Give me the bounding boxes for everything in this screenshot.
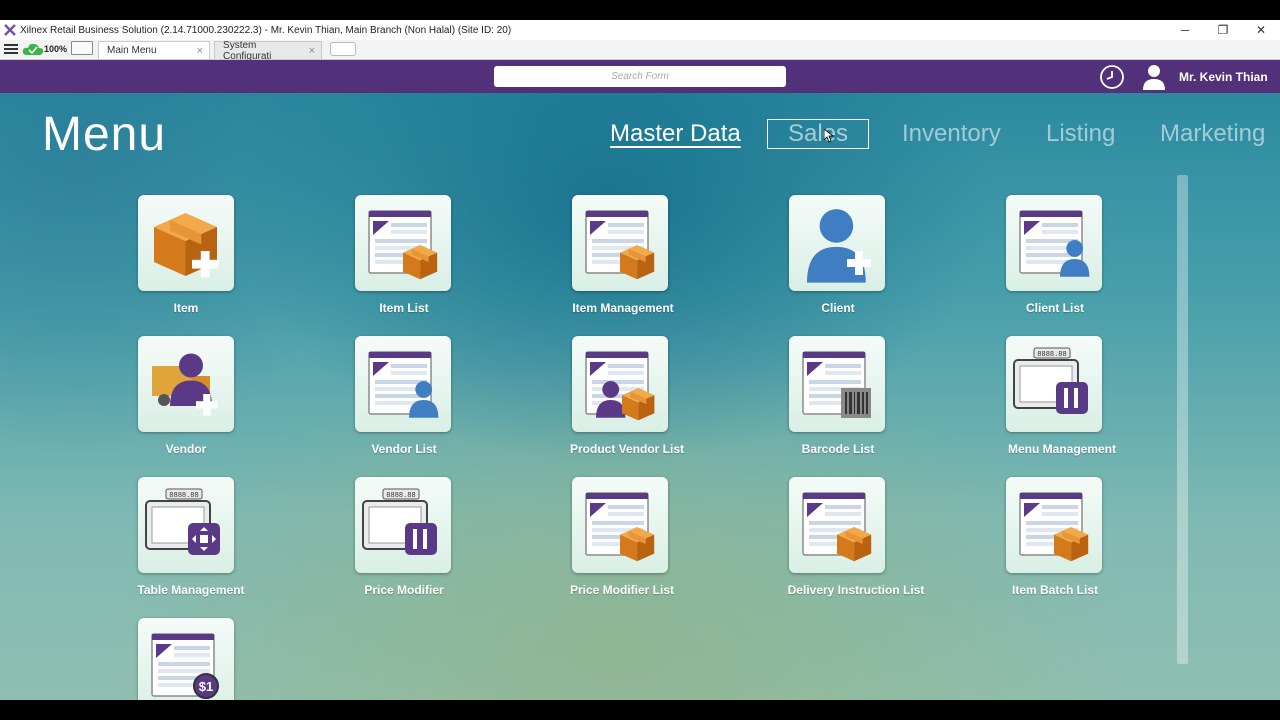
- tab-main-menu[interactable]: Main Menu ×: [98, 41, 211, 59]
- mouse-cursor-icon: [824, 129, 834, 143]
- svg-text:$1: $1: [199, 679, 213, 694]
- menu-tile[interactable]: Item: [106, 195, 266, 315]
- username[interactable]: Mr. Kevin Thian: [1179, 60, 1268, 93]
- menu-tile[interactable]: Barcode List: [758, 336, 918, 456]
- tab-bar: 100% Main Menu × System Configurati ×: [0, 39, 1280, 62]
- menu-tile[interactable]: Menu Management: [982, 336, 1142, 456]
- new-tab-button[interactable]: [330, 42, 357, 56]
- menu-tile-icon-box[interactable]: [789, 195, 885, 291]
- menu-tile[interactable]: Item List: [324, 195, 484, 315]
- list-box-icon: [585, 210, 655, 280]
- category-tab-sales[interactable]: Sales: [767, 119, 870, 149]
- letterbox-top: [0, 0, 1280, 20]
- menu-tile-icon-box[interactable]: [1006, 477, 1102, 573]
- minimize-button[interactable]: ─: [1166, 20, 1204, 40]
- menu-tile-icon-box[interactable]: [572, 195, 668, 291]
- category-tab-marketing[interactable]: Marketing: [1160, 120, 1265, 148]
- pos-table-icon: [145, 488, 221, 556]
- zoom-level: 100%: [44, 44, 68, 54]
- tab-label: System Configurati: [223, 39, 272, 62]
- menu-content: Menu Master Data Sales Inventory Listing…: [0, 93, 1280, 700]
- hamburger-menu-icon[interactable]: [0, 39, 22, 59]
- menu-tile-label: Item List: [379, 301, 429, 315]
- menu-tile[interactable]: $1: [106, 618, 266, 700]
- menu-tile-label: Price Modifier: [364, 583, 444, 597]
- menu-tile-icon-box[interactable]: [138, 336, 234, 432]
- cloud-sync-icon: [22, 39, 44, 59]
- menu-tile[interactable]: Price Modifier: [324, 477, 484, 597]
- list-box-icon: [802, 492, 872, 562]
- menu-tile[interactable]: Vendor List: [324, 336, 484, 456]
- window-title: Xilnex Retail Business Solution (2.14.71…: [20, 24, 512, 36]
- menu-tile-icon-box[interactable]: [1006, 195, 1102, 291]
- menu-tile[interactable]: Client: [758, 195, 918, 315]
- close-window-button[interactable]: ✕: [1242, 20, 1280, 40]
- maximize-button[interactable]: ❐: [1204, 20, 1242, 40]
- menu-tile[interactable]: Price Modifier List: [542, 477, 702, 597]
- menu-tile-label: Table Management: [137, 583, 245, 597]
- menu-tile[interactable]: Item Batch List: [975, 477, 1135, 597]
- menu-tile-icon-box[interactable]: [572, 477, 668, 573]
- menu-tile-icon-box[interactable]: [355, 195, 451, 291]
- list-box-icon: [368, 210, 438, 280]
- menu-tile-label: Barcode List: [801, 442, 875, 456]
- category-tab-listing[interactable]: Listing: [1046, 120, 1115, 148]
- menu-tile[interactable]: Table Management: [111, 477, 271, 597]
- menu-tile-icon-box[interactable]: [1006, 336, 1102, 432]
- menu-tile[interactable]: Item Management: [543, 195, 703, 315]
- list-box-icon: [585, 492, 655, 562]
- menu-tile[interactable]: Vendor: [106, 336, 266, 456]
- tab-close-icon[interactable]: ×: [197, 45, 203, 57]
- list-person-box-icon: [585, 351, 655, 421]
- pos-cutlery-icon: [362, 488, 438, 556]
- pos-cutlery-icon: [1013, 347, 1089, 415]
- clock-icon[interactable]: [1099, 64, 1125, 90]
- box-add-icon: [154, 213, 219, 278]
- search-form-input[interactable]: [494, 66, 786, 87]
- app-header: Mr. Kevin Thian: [0, 60, 1280, 93]
- menu-tile-label: Price Modifier List: [569, 583, 675, 597]
- list-person-icon: [1019, 210, 1090, 277]
- xilnex-logo-icon: [4, 24, 16, 36]
- window-titlebar: Xilnex Retail Business Solution (2.14.71…: [0, 20, 1280, 40]
- page-title: Menu: [42, 108, 167, 161]
- user-avatar-icon[interactable]: [1141, 63, 1167, 91]
- menu-tile-icon-box[interactable]: [572, 336, 668, 432]
- list-price-icon: $1: [151, 633, 219, 699]
- menu-tile[interactable]: Delivery Instruction List: [776, 477, 936, 597]
- menu-tile-label: Delivery Instruction List: [787, 583, 925, 597]
- list-box-icon: [1019, 492, 1089, 562]
- menu-tile-label: Client: [821, 301, 855, 315]
- menu-tile-icon-box[interactable]: [138, 477, 234, 573]
- menu-tile-label: Item Batch List: [1011, 583, 1098, 597]
- letterbox-bottom: [0, 700, 1280, 720]
- menu-tile-label: Item Management: [572, 301, 674, 315]
- menu-tile-label: Item: [173, 301, 199, 315]
- menu-tile-label: Vendor List: [371, 442, 437, 456]
- menu-tile-icon-box[interactable]: [355, 477, 451, 573]
- keyboard-icon[interactable]: [71, 41, 94, 55]
- category-tab-inventory[interactable]: Inventory: [902, 120, 1001, 148]
- tab-label: Main Menu: [107, 45, 157, 56]
- person-add-icon: [807, 209, 871, 283]
- menu-tile-label: Product Vendor List: [569, 442, 684, 456]
- tab-close-icon[interactable]: ×: [309, 45, 315, 57]
- menu-tile-label: Client List: [1025, 301, 1084, 315]
- menu-tile-icon-box[interactable]: [789, 477, 885, 573]
- list-barcode-icon: [802, 351, 871, 418]
- menu-tile[interactable]: Product Vendor List: [547, 336, 707, 456]
- menu-tile[interactable]: Client List: [975, 195, 1135, 315]
- tab-system-configuration[interactable]: System Configurati ×: [214, 39, 323, 62]
- category-tab-master-data[interactable]: Master Data: [610, 120, 741, 148]
- menu-tile-label: Menu Management: [1007, 442, 1116, 456]
- menu-tile-icon-box[interactable]: $1: [138, 618, 234, 700]
- menu-tile-icon-box[interactable]: [355, 336, 451, 432]
- list-person-icon: [368, 351, 439, 418]
- menu-tile-icon-box[interactable]: [138, 195, 234, 291]
- menu-tile-label: Vendor: [165, 442, 207, 456]
- vertical-scrollbar[interactable]: [1177, 175, 1188, 664]
- truck-person-icon: [152, 353, 218, 416]
- menu-tile-icon-box[interactable]: [789, 336, 885, 432]
